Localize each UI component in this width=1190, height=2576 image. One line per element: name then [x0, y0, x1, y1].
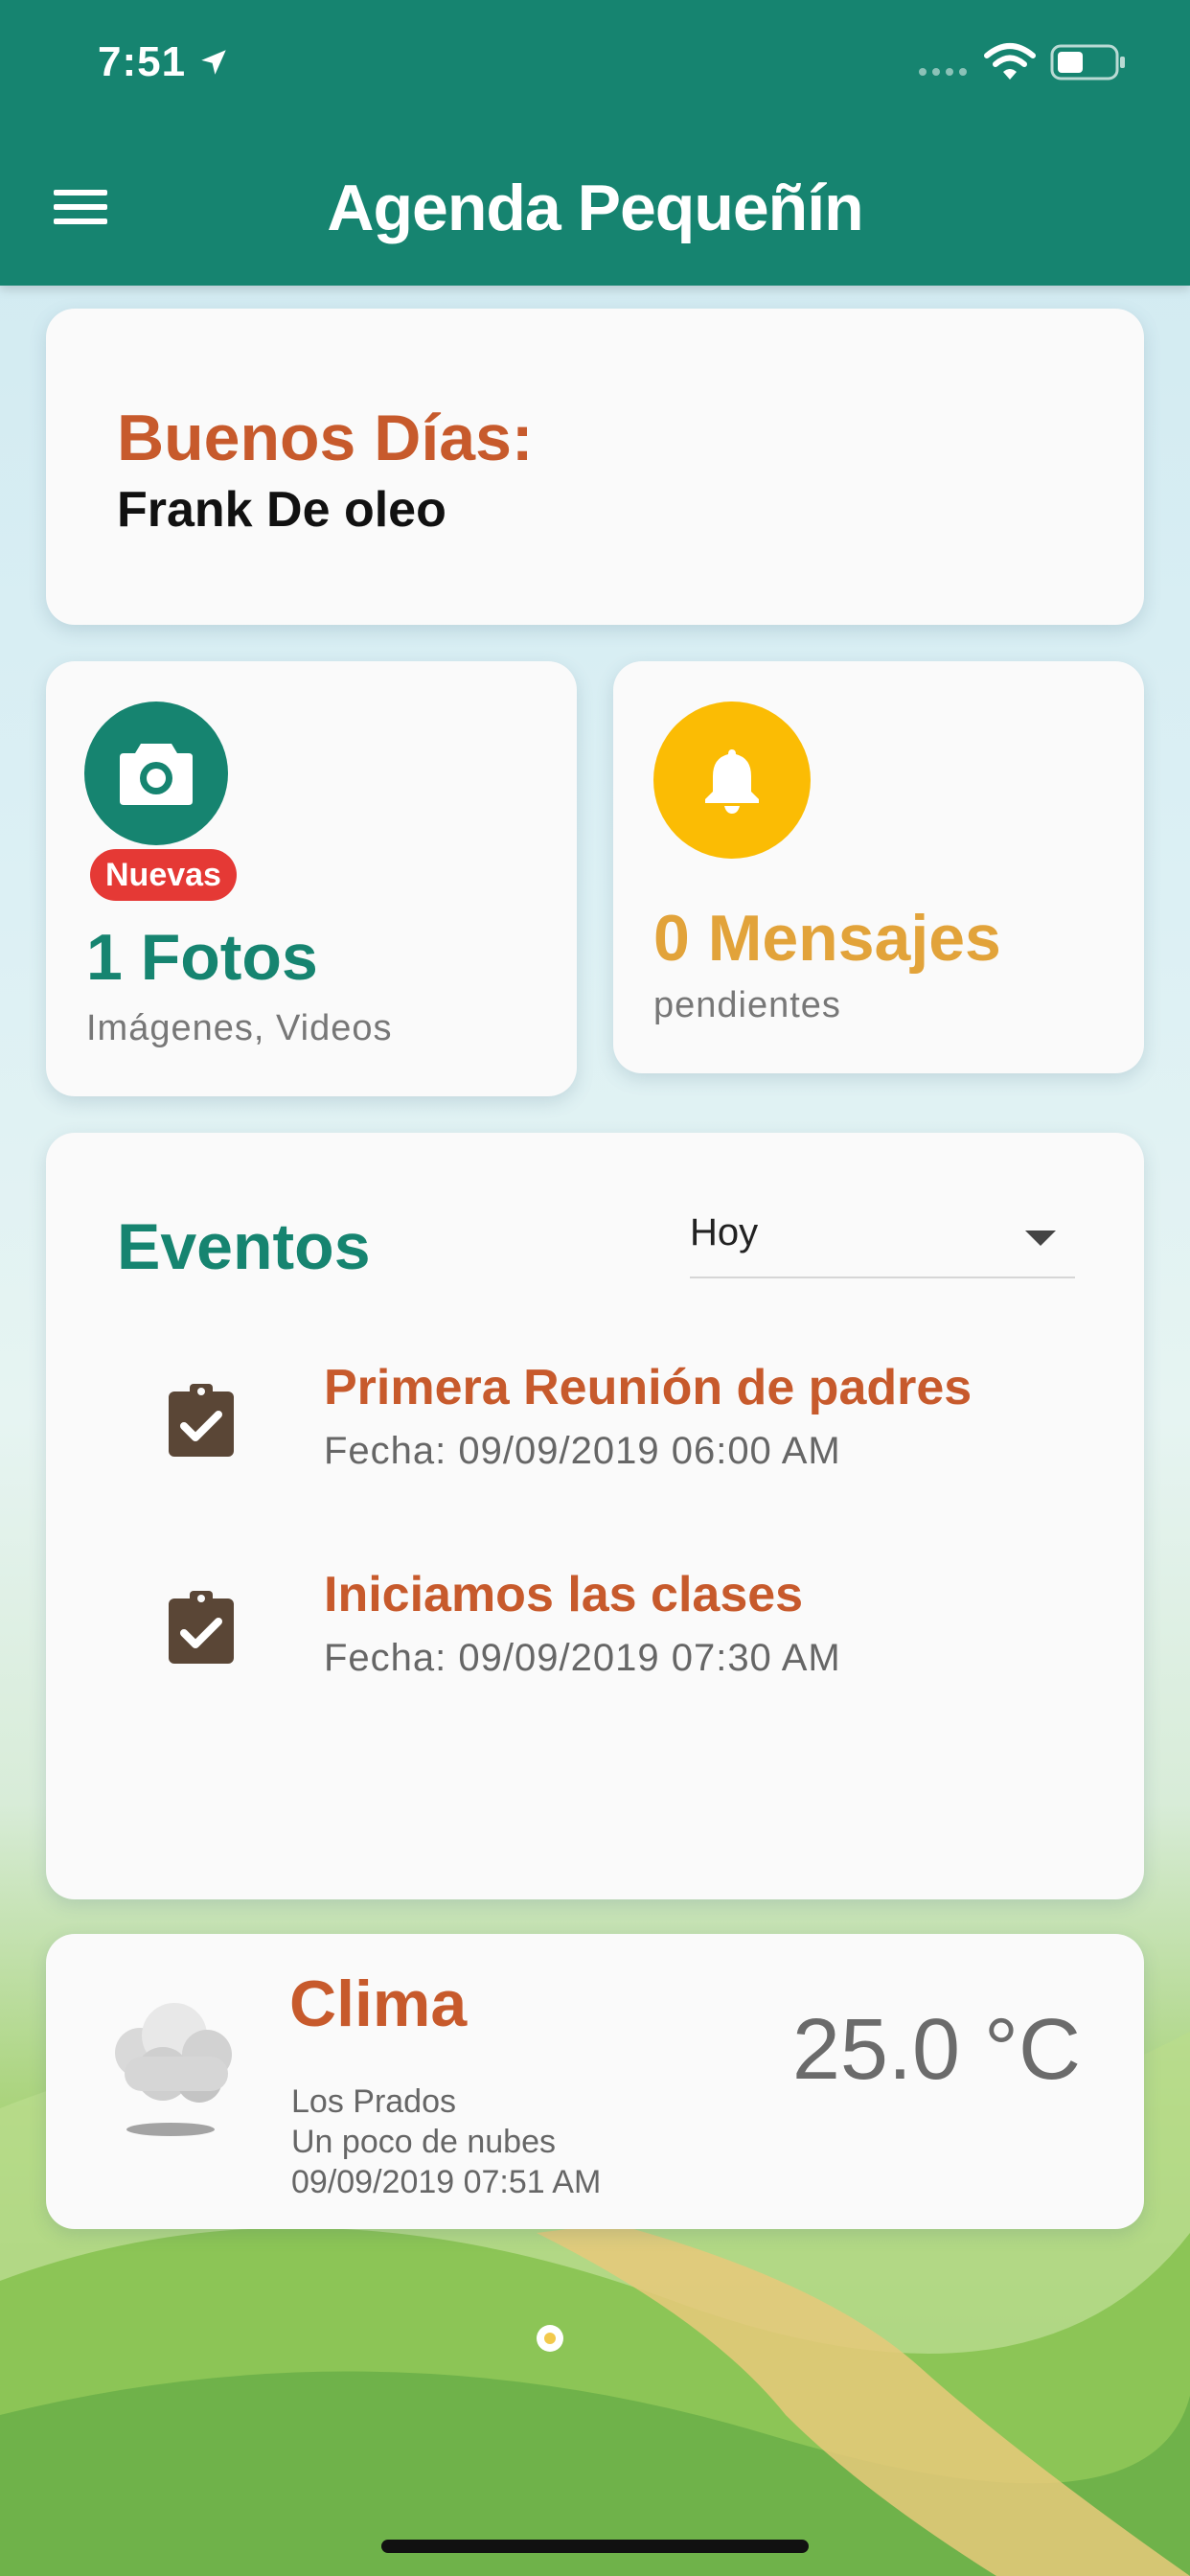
- camera-icon: [84, 702, 228, 845]
- greeting-card: Buenos Días: Frank De oleo: [46, 309, 1144, 625]
- event-item[interactable]: Iniciamos las clases Fecha: 09/09/2019 0…: [46, 1566, 1144, 1700]
- home-indicator[interactable]: [381, 2540, 809, 2553]
- clipboard-check-icon: [169, 1591, 234, 1664]
- weather-title: Clima: [289, 1967, 468, 2040]
- clipboard-check-icon: [169, 1384, 234, 1457]
- temperature: 25.0 °C: [791, 2002, 1081, 2098]
- event-date: Fecha: 09/09/2019 06:00 AM: [324, 1430, 841, 1472]
- photos-count: 1 Fotos: [86, 921, 318, 994]
- messages-count: 0 Mensajes: [653, 902, 1001, 975]
- weather-condition: Un poco de nubes: [291, 2124, 556, 2160]
- events-filter-dropdown[interactable]: Hoy: [690, 1209, 1075, 1278]
- dropdown-selected-value: Hoy: [690, 1211, 759, 1254]
- status-time: 7:51: [98, 38, 187, 85]
- events-title: Eventos: [117, 1210, 371, 1283]
- app-header: 7:51 Agenda Pequeñín: [0, 0, 1190, 286]
- weather-updated: 09/09/2019 07:51 AM: [291, 2164, 602, 2200]
- event-item[interactable]: Primera Reunión de padres Fecha: 09/09/2…: [46, 1359, 1144, 1493]
- greeting-title: Buenos Días:: [117, 402, 534, 474]
- weather-location: Los Prados: [291, 2083, 456, 2120]
- new-badge: Nuevas: [90, 849, 237, 901]
- event-title: Iniciamos las clases: [324, 1567, 804, 1622]
- cloud-icon: [115, 2003, 232, 2136]
- location-arrow-icon: [201, 50, 226, 75]
- user-name: Frank De oleo: [117, 482, 446, 538]
- battery-icon: [1050, 44, 1125, 80]
- messages-subtitle: pendientes: [653, 985, 841, 1025]
- event-date: Fecha: 09/09/2019 07:30 AM: [324, 1637, 841, 1679]
- photos-subtitle: Imágenes, Videos: [86, 1008, 393, 1048]
- event-title: Primera Reunión de padres: [324, 1360, 973, 1415]
- events-card: Eventos Hoy Primera Reunión de padres Fe…: [46, 1133, 1144, 1899]
- caret-down-icon: [1025, 1230, 1056, 1246]
- app-title: Agenda Pequeñín: [327, 172, 863, 244]
- weather-card[interactable]: Clima Los Prados Un poco de nubes 09/09/…: [46, 1934, 1144, 2229]
- signal-icon: [919, 68, 967, 76]
- wifi-icon: [984, 43, 1036, 80]
- photos-card[interactable]: Nuevas 1 Fotos Imágenes, Videos: [46, 661, 577, 1096]
- messages-card[interactable]: 0 Mensajes pendientes: [613, 661, 1144, 1073]
- bell-icon: [653, 702, 811, 859]
- weather-details: Los Prados Un poco de nubes 09/09/2019 0…: [291, 2082, 601, 2202]
